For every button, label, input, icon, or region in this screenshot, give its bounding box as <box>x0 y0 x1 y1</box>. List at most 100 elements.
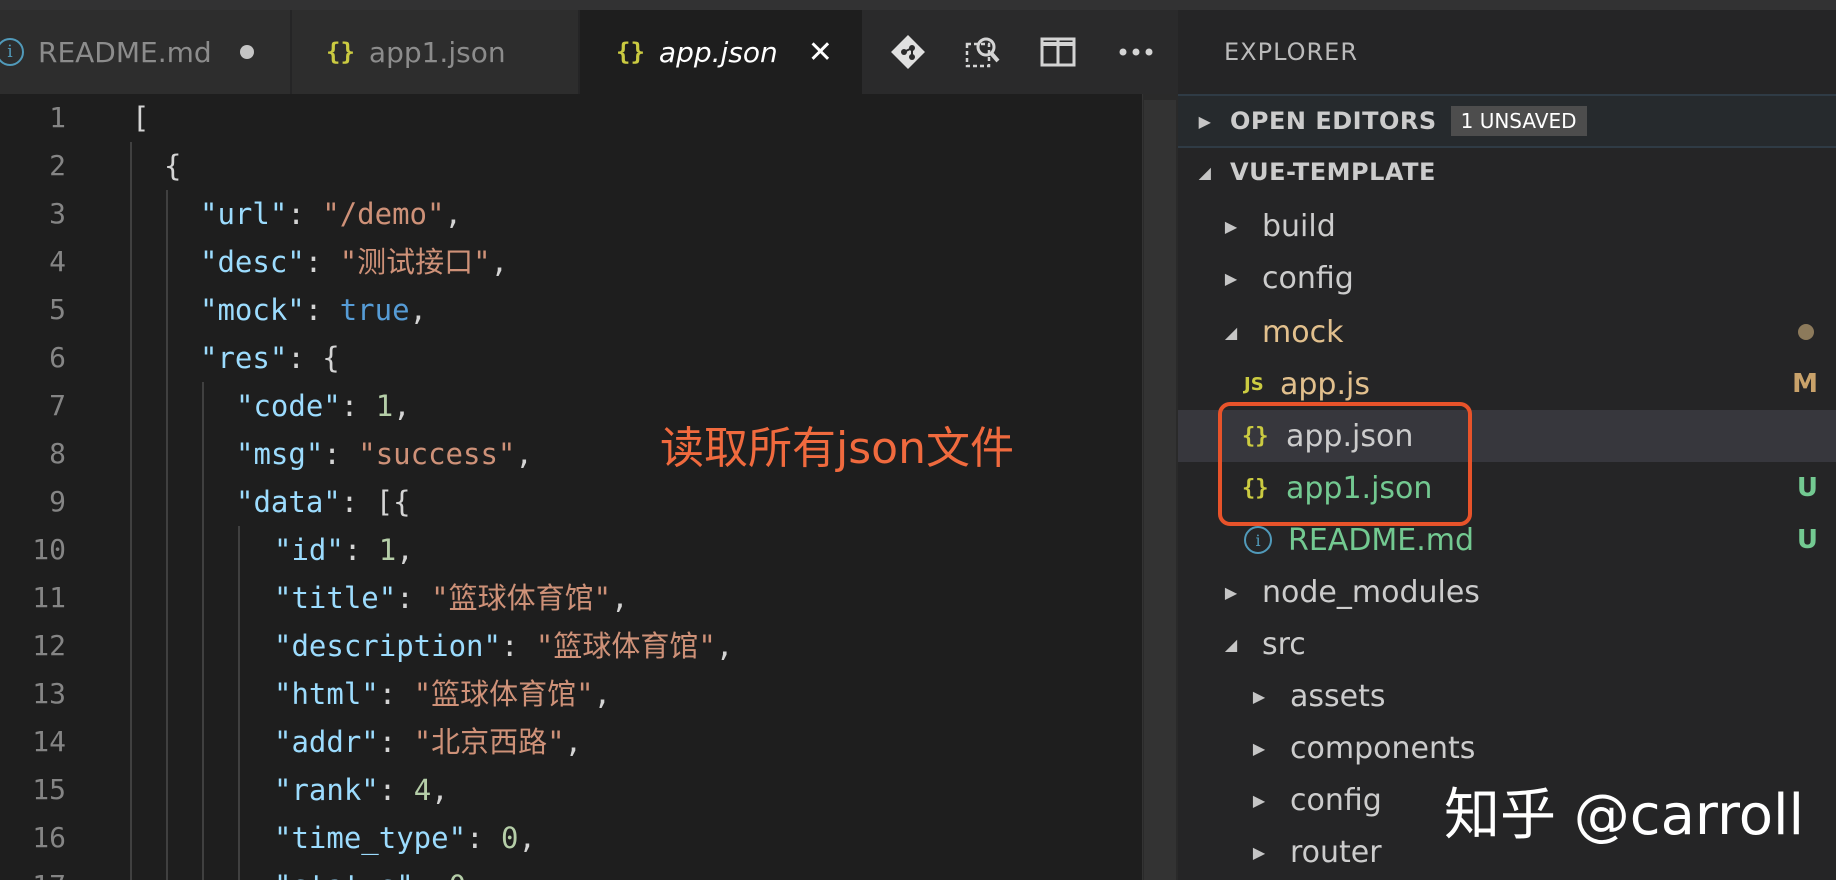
line-number: 2 <box>49 149 66 182</box>
chevron-right-icon: ▶ <box>1198 111 1212 131</box>
code-line: "status": 0 <box>274 862 466 880</box>
info-icon: i <box>0 38 24 66</box>
chevron-right-icon: ▶ <box>1224 216 1238 236</box>
indent-guide <box>202 382 204 880</box>
annotation-highlight-box <box>1218 402 1472 526</box>
annotation-text: 读取所有json文件 <box>660 423 1014 474</box>
project-root-section[interactable]: ◢ VUE-TEMPLATE <box>1178 147 1836 197</box>
line-number: 16 <box>32 821 66 854</box>
git-status-untracked: U <box>1796 473 1818 503</box>
code-line: "description": "篮球体育馆", <box>274 629 734 663</box>
code-line: "addr": "北京西路", <box>274 725 583 759</box>
tree-item-label: app.js <box>1280 366 1370 402</box>
line-number: 10 <box>32 533 66 566</box>
tree-item-label: config <box>1262 260 1354 296</box>
git-status-untracked: U <box>1796 525 1818 555</box>
scrollbar-thumb[interactable] <box>1144 100 1176 880</box>
tab-readme[interactable]: i README.md <box>0 10 292 94</box>
line-number: 7 <box>49 389 66 422</box>
code-line: [ <box>132 101 150 135</box>
info-icon: i <box>1244 526 1272 554</box>
tree-item-src[interactable]: ◢ src <box>1178 618 1836 670</box>
code-line: "msg": "success", <box>236 437 533 471</box>
chevron-right-icon: ▶ <box>1224 268 1238 288</box>
tab-label: app.json <box>658 35 778 69</box>
tree-item-assets[interactable]: ▶ assets <box>1178 670 1836 722</box>
tab-app1-json[interactable]: {} app1.json <box>292 10 580 94</box>
chevron-right-icon: ▶ <box>1252 790 1266 810</box>
line-number: 1 <box>49 101 66 134</box>
watermark-text: 知乎 @carroll <box>1444 783 1805 848</box>
chevron-right-icon: ▶ <box>1252 842 1266 862</box>
code-line: { <box>164 149 182 183</box>
open-preview-icon[interactable] <box>964 10 1002 94</box>
unsaved-dot-icon[interactable] <box>239 45 254 59</box>
window-top-strip <box>0 0 1836 10</box>
tree-item-label: node_modules <box>1262 574 1480 610</box>
chevron-down-icon: ◢ <box>1198 162 1212 182</box>
code-line: "data": [{ <box>236 485 411 519</box>
git-status-modified: M <box>1792 369 1818 399</box>
code-line: "url": "/demo", <box>200 197 462 231</box>
explorer-header: EXPLORER <box>1178 10 1836 94</box>
code-line: "mock": true, <box>200 293 427 327</box>
code-line: "id": 1, <box>274 533 414 567</box>
tree-item-label: build <box>1262 208 1336 244</box>
line-number: 8 <box>49 437 66 470</box>
line-number: 3 <box>49 197 66 230</box>
tab-app-json[interactable]: {} app.json ✕ <box>580 10 862 94</box>
tree-item-label: config <box>1290 782 1382 818</box>
chevron-down-icon: ◢ <box>1224 634 1238 654</box>
line-number: 6 <box>49 341 66 374</box>
code-line: "time_type": 0, <box>274 821 536 855</box>
tree-item-build[interactable]: ▶ build <box>1178 200 1836 252</box>
close-icon[interactable]: ✕ <box>808 35 833 70</box>
json-braces-icon: {} <box>616 38 645 66</box>
chevron-right-icon: ▶ <box>1252 738 1266 758</box>
line-number: 15 <box>32 773 66 806</box>
code-line: "code": 1, <box>236 389 411 423</box>
line-number: 13 <box>32 677 66 710</box>
explorer-title: EXPLORER <box>1224 38 1358 66</box>
tree-item-components[interactable]: ▶ components <box>1178 722 1836 774</box>
split-editor-icon[interactable] <box>1040 10 1076 94</box>
indent-guide <box>166 190 168 880</box>
indent-guide <box>238 526 240 880</box>
code-line: "desc": "测试接口", <box>200 245 509 279</box>
tree-item-node-modules[interactable]: ▶ node_modules <box>1178 566 1836 618</box>
tree-item-label: README.md <box>1288 522 1475 558</box>
tree-item-label: src <box>1262 626 1306 662</box>
line-number: 12 <box>32 629 66 662</box>
chevron-right-icon: ▶ <box>1252 686 1266 706</box>
tree-item-label: assets <box>1290 678 1386 714</box>
tab-label: app1.json <box>368 35 506 69</box>
json-braces-icon: {} <box>326 38 355 66</box>
git-compare-icon[interactable] <box>890 10 926 94</box>
code-line: "res": { <box>200 341 340 375</box>
line-number: 11 <box>32 581 66 614</box>
code-editor[interactable]: 1 2 3 4 5 6 7 8 9 10 11 12 13 14 15 16 1… <box>0 94 1142 880</box>
chevron-down-icon: ◢ <box>1224 322 1238 342</box>
line-number: 5 <box>49 293 66 326</box>
tree-item-mock[interactable]: ◢ mock <box>1178 306 1836 358</box>
open-editors-label: OPEN EDITORS <box>1230 107 1437 135</box>
tree-item-config[interactable]: ▶ config <box>1178 252 1836 304</box>
modified-dot-icon <box>1798 324 1814 340</box>
javascript-file-icon: JS <box>1244 373 1264 395</box>
line-number: 17 <box>32 862 66 880</box>
line-number: 4 <box>49 245 66 278</box>
tree-item-label: router <box>1290 834 1382 870</box>
code-line: "title": "篮球体育馆", <box>274 581 629 615</box>
line-number: 9 <box>49 485 66 518</box>
unsaved-badge: 1 UNSAVED <box>1450 106 1587 136</box>
code-line: "rank": 4, <box>274 773 449 807</box>
tree-item-label: mock <box>1262 314 1344 350</box>
code-line: "html": "篮球体育馆", <box>274 677 612 711</box>
open-editors-section[interactable]: ▶ OPEN EDITORS 1 UNSAVED <box>1178 94 1836 148</box>
more-actions-icon[interactable] <box>1118 10 1154 94</box>
tree-item-label: components <box>1290 730 1476 766</box>
project-root-label: VUE-TEMPLATE <box>1230 158 1436 186</box>
chevron-right-icon: ▶ <box>1224 582 1238 602</box>
line-number: 14 <box>32 725 66 758</box>
indent-guide <box>130 142 132 880</box>
